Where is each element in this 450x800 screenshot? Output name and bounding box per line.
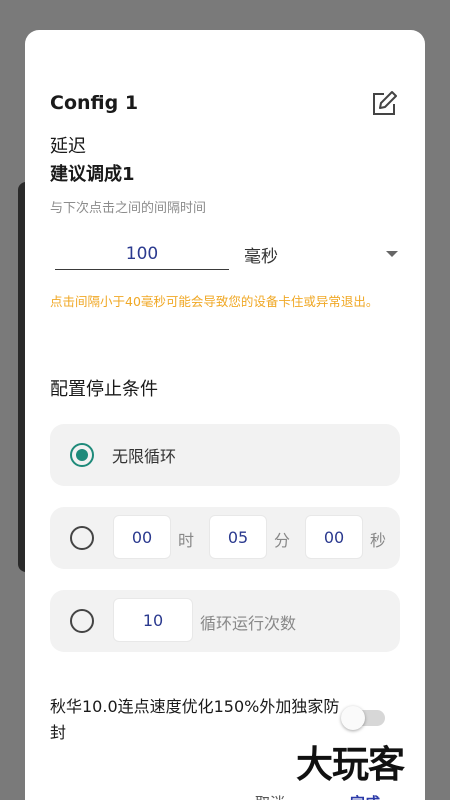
delay-recommend-label: 建议调成1 bbox=[50, 164, 135, 185]
minutes-unit-label: 分 bbox=[274, 531, 291, 550]
delay-unit-label: 毫秒 bbox=[244, 246, 278, 267]
radio-infinite-loop[interactable] bbox=[70, 443, 94, 467]
radio-timer[interactable] bbox=[70, 526, 94, 550]
dropdown-caret-icon bbox=[386, 251, 398, 257]
delay-value-input[interactable] bbox=[55, 238, 229, 270]
seconds-field[interactable]: 00 bbox=[305, 515, 363, 559]
watermark-logo: 大玩客 bbox=[296, 743, 405, 786]
done-button[interactable]: 完成 bbox=[350, 792, 380, 800]
hours-unit-label: 时 bbox=[178, 531, 195, 550]
loop-count-field[interactable]: 10 bbox=[113, 598, 193, 642]
edit-icon[interactable] bbox=[370, 90, 398, 118]
delay-heading: 延迟 建议调成1 bbox=[50, 133, 135, 189]
radio-loop-count[interactable] bbox=[70, 609, 94, 633]
promo-toggle[interactable] bbox=[341, 706, 385, 730]
cancel-button[interactable]: 取消 bbox=[255, 792, 285, 800]
delay-unit-select[interactable]: 毫秒 bbox=[244, 238, 400, 270]
delay-heading-label: 延迟 bbox=[50, 136, 86, 157]
seconds-unit-label: 秒 bbox=[370, 531, 387, 550]
option-infinite-loop[interactable]: 无限循环 bbox=[50, 424, 400, 486]
delay-subtitle: 与下次点击之间的间隔时间 bbox=[50, 201, 207, 216]
loop-count-label: 循环运行次数 bbox=[200, 614, 297, 633]
option-loop-count[interactable]: 10 循环运行次数 bbox=[50, 590, 400, 652]
hours-field[interactable]: 00 bbox=[113, 515, 171, 559]
dialog-title: Config 1 bbox=[50, 92, 139, 114]
config-dialog: Config 1 延迟 建议调成1 与下次点击之间的间隔时间 毫秒 点击间隔小于… bbox=[25, 30, 425, 800]
toggle-knob bbox=[341, 706, 365, 730]
minutes-field[interactable]: 05 bbox=[209, 515, 267, 559]
delay-warning: 点击间隔小于40毫秒可能会导致您的设备卡住或异常退出。 bbox=[50, 294, 379, 309]
option-timer[interactable]: 00 时 05 分 00 秒 bbox=[50, 507, 400, 569]
infinite-loop-label: 无限循环 bbox=[112, 447, 177, 466]
stop-condition-title: 配置停止条件 bbox=[50, 379, 158, 400]
